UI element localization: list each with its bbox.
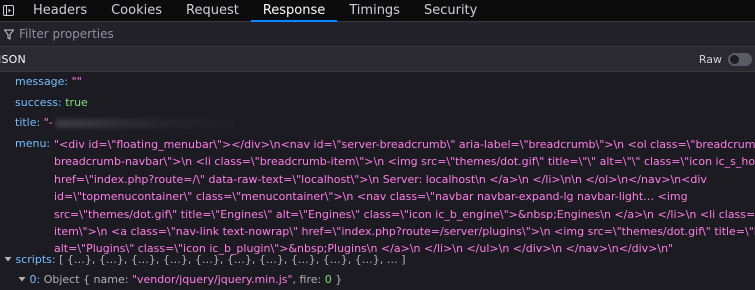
- tab-headers[interactable]: Headers: [17, 0, 99, 21]
- tab-request[interactable]: Request: [174, 0, 251, 21]
- filter-icon: [4, 28, 14, 40]
- item-fire-value: 0: [324, 273, 332, 286]
- menu-value-line: src=\"themes/dot.gif\" title=\"Engines\"…: [54, 207, 755, 221]
- title-key: title:: [15, 116, 41, 129]
- success-key: success:: [15, 96, 62, 109]
- message-key: message:: [15, 75, 69, 88]
- json-header: JSON Raw: [0, 47, 755, 72]
- message-row[interactable]: message: "": [15, 74, 82, 89]
- tab-label: Response: [262, 3, 326, 18]
- json-tree: message: "" success: true title: "- menu…: [0, 72, 755, 290]
- menu-key: menu:: [15, 137, 51, 150]
- scripts-item-row[interactable]: 0: Object { name: "vendor/jquery/jquery.…: [18, 272, 342, 287]
- tab-label: Cookies: [111, 3, 163, 18]
- success-value: true: [65, 96, 88, 109]
- redacted-title: [54, 118, 235, 128]
- title-row[interactable]: title: "-: [15, 115, 235, 130]
- title-value: "-: [43, 116, 53, 129]
- response-panel: Headers Cookies Request Response Timings…: [0, 0, 755, 290]
- tab-label: Security: [423, 3, 478, 18]
- tab-bar: Headers Cookies Request Response Timings…: [0, 0, 755, 22]
- tab-timings[interactable]: Timings: [337, 0, 412, 21]
- tab-label: Timings: [349, 3, 400, 18]
- menu-value-line: "<div id=\"floating_menubar\"></div>\n<n…: [54, 138, 755, 151]
- menu-value-line: id=\"topmenucontainer\" class=\"menucont…: [54, 190, 688, 204]
- scripts-row[interactable]: scripts: [ {…}, {…}, {…}, {…}, {…}, {…},…: [4, 252, 406, 267]
- expand-chevron-icon[interactable]: [18, 275, 26, 283]
- item-type: Object: [43, 273, 80, 286]
- menu-value-line: href=\"index.php?route=/\" data-raw-text…: [54, 172, 707, 186]
- raw-label: Raw: [698, 52, 722, 66]
- toggle-sidebar-icon[interactable]: [0, 0, 17, 21]
- menu-value-line: breadcrumb-navbar\">\n <li class=\"bread…: [54, 155, 755, 169]
- raw-toggle[interactable]: [728, 52, 752, 66]
- tab-security[interactable]: Security: [412, 0, 489, 21]
- filter-properties-input[interactable]: [19, 27, 619, 41]
- scripts-summary: [ {…}, {…}, {…}, {…}, {…}, {…}, {…}, {…}…: [59, 253, 406, 266]
- menu-value-line: item\">\n <a class=\"nav-link text-nowra…: [54, 225, 755, 239]
- tab-label: Request: [186, 3, 239, 18]
- raw-toggle-wrap: Raw: [699, 47, 752, 71]
- message-value: "": [71, 75, 82, 88]
- menu-value[interactable]: "<div id=\"floating_menubar\"></div>\n<n…: [54, 136, 755, 258]
- tab-cookies[interactable]: Cookies: [99, 0, 174, 21]
- item-open-brace: {: [83, 273, 91, 286]
- json-label: JSON: [0, 52, 26, 66]
- filter-bar: [0, 22, 755, 47]
- raw-toggle-knob: [730, 54, 739, 64]
- success-row[interactable]: success: true: [15, 95, 88, 110]
- item-name-value: "vendor/jquery/jquery.min.js": [131, 273, 293, 286]
- expand-chevron-icon[interactable]: [4, 255, 12, 263]
- scripts-key: scripts:: [15, 253, 56, 266]
- item-name-key: name:: [93, 273, 129, 286]
- tab-response[interactable]: Response: [250, 0, 338, 22]
- item-close-brace: }: [335, 273, 343, 286]
- item-index: 0:: [29, 273, 41, 286]
- tab-label: Headers: [33, 3, 88, 18]
- item-fire-key: fire:: [299, 273, 322, 286]
